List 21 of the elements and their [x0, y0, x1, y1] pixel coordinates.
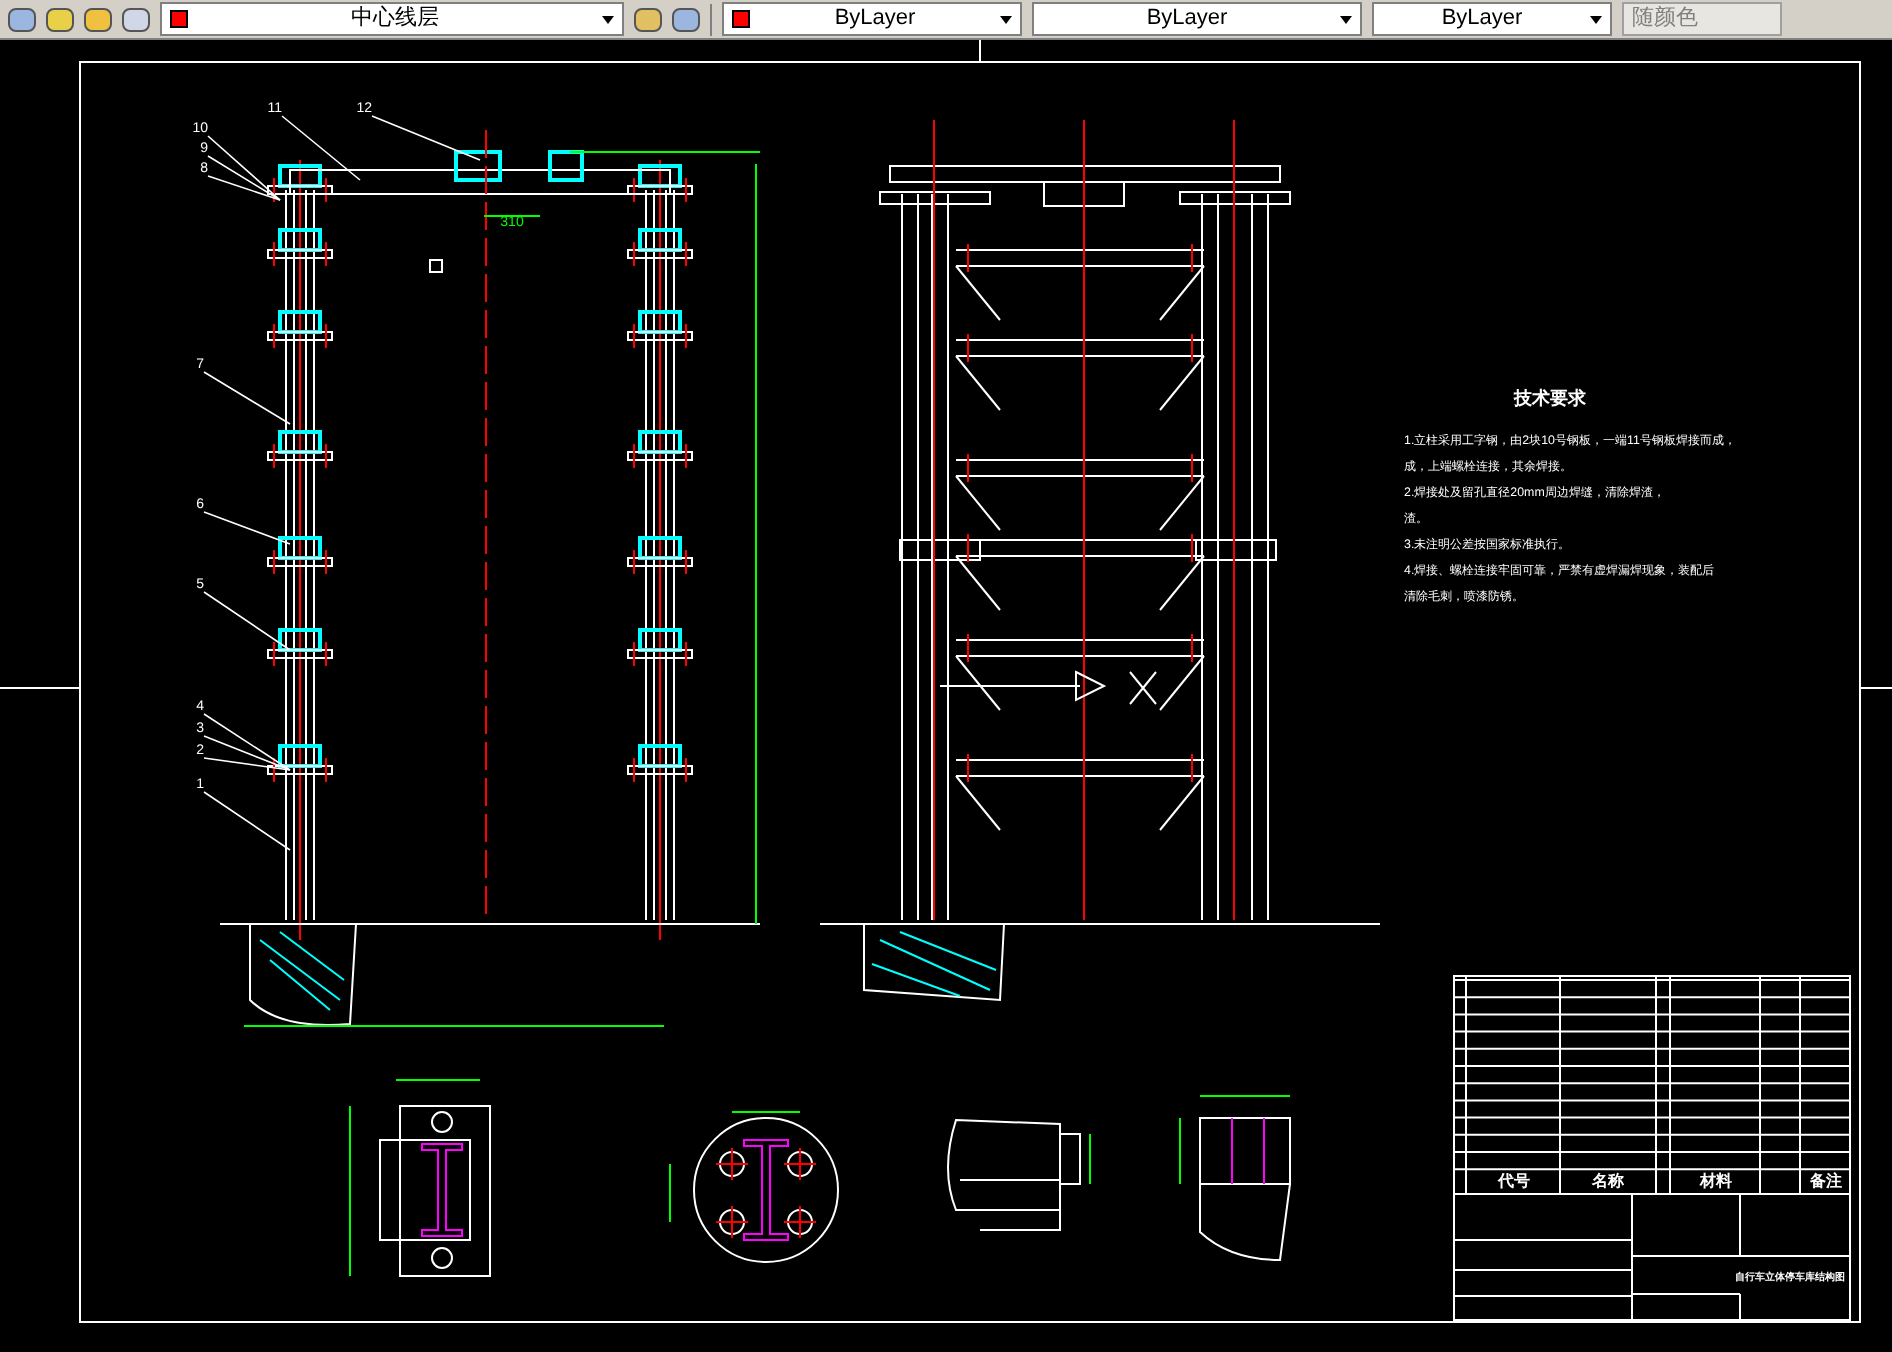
title-block-header: 材料 — [1700, 1172, 1732, 1190]
dropdown-caret-icon — [1340, 15, 1352, 23]
leader-line — [371, 115, 481, 161]
color-swatch-icon — [732, 10, 750, 28]
title-block-header: 名称 — [1592, 1172, 1624, 1190]
leader-line — [203, 791, 291, 851]
title-block-header: 备注 — [1810, 1172, 1842, 1190]
dropdown-caret-icon — [1590, 15, 1602, 23]
leader-line — [203, 511, 291, 545]
dropdown-caret-icon — [602, 15, 614, 23]
color-dropdown[interactable]: ByLayer — [722, 2, 1022, 36]
leader-line — [203, 371, 291, 425]
linetype-dropdown[interactable]: ByLayer — [1032, 2, 1362, 36]
title-block-header: 代号 — [1498, 1172, 1530, 1190]
layer-dropdown[interactable]: 中心线层 — [160, 2, 624, 36]
tech-requirements-title: 技术要求 — [1514, 388, 1586, 408]
dropdown-caret-icon — [1000, 15, 1012, 23]
lineweight-dropdown[interactable]: ByLayer — [1372, 2, 1612, 36]
leader-line — [203, 591, 291, 651]
color-swatch-icon — [170, 10, 188, 28]
section-detail-drawing — [947, 1119, 1091, 1231]
